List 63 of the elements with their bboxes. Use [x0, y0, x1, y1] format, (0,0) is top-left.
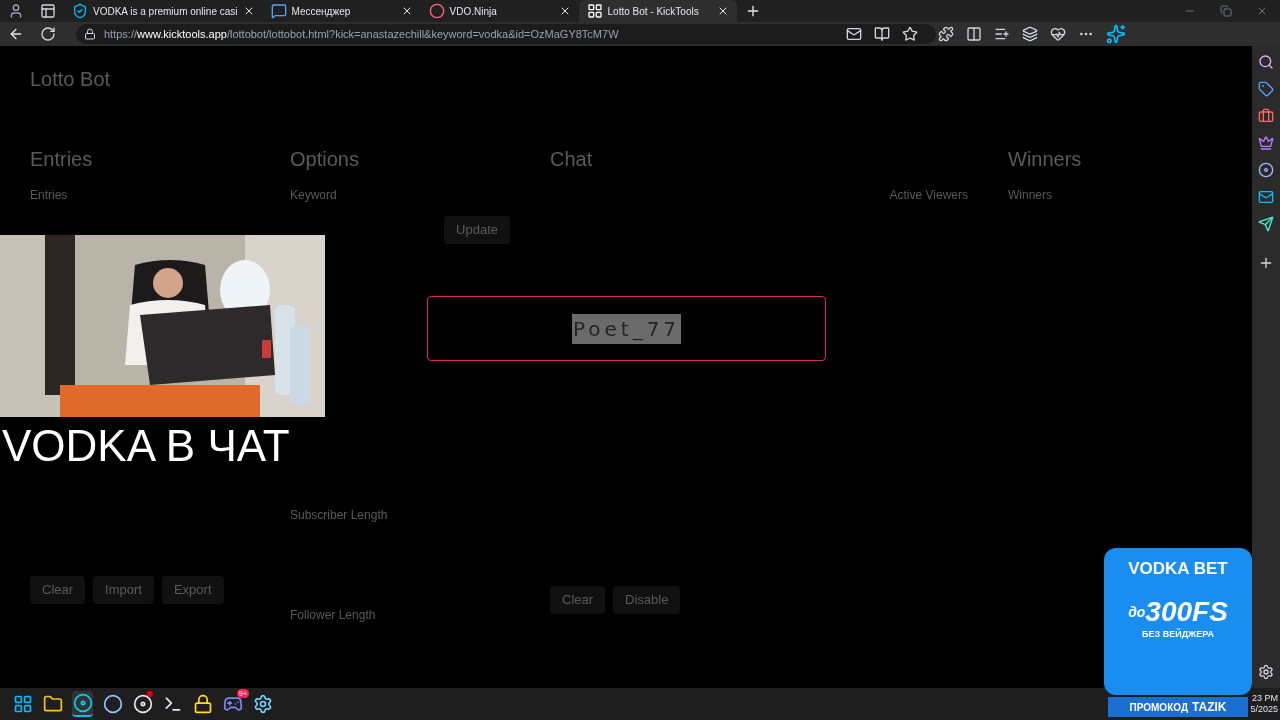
- windows-icon: [12, 694, 33, 714]
- favorites-icon[interactable]: [994, 26, 1010, 42]
- section-heading: Entries: [30, 147, 94, 172]
- orb-icon: [102, 694, 123, 714]
- prefix-text: до: [1128, 603, 1146, 620]
- caption-text: VODKA В ЧАТ: [1, 424, 290, 468]
- section-heading: Options: [290, 147, 360, 172]
- settings-icon[interactable]: [1258, 664, 1274, 680]
- send-icon[interactable]: [1258, 216, 1274, 232]
- dim-button[interactable]: Disable: [613, 586, 681, 614]
- taskbar-app[interactable]: [72, 691, 93, 717]
- folder-icon: [42, 694, 63, 714]
- dim-button[interactable]: Import: [93, 576, 154, 604]
- browser-tab[interactable]: VODKA is a premium online casi: [64, 0, 263, 22]
- entries-label: Entries: [30, 187, 69, 204]
- add-icon[interactable]: [1258, 255, 1274, 271]
- subtitle-text: БЕЗ ВЕЙДЖЕРА: [1142, 627, 1214, 641]
- tab-actions-icon[interactable]: [40, 3, 56, 19]
- dim-button[interactable]: Update: [444, 216, 510, 244]
- dim-button[interactable]: Clear: [30, 576, 86, 604]
- section-heading: Winners: [1008, 147, 1083, 172]
- search-icon[interactable]: [1258, 54, 1274, 70]
- grid-icon: [586, 3, 603, 19]
- dim-button[interactable]: Export: [161, 576, 224, 604]
- brand-text: VODKA BET: [1128, 558, 1228, 580]
- winners-label: Winners: [1008, 187, 1053, 204]
- subscriber-length-label: Subscriber Length: [290, 506, 389, 524]
- chess-icon[interactable]: [1258, 135, 1274, 151]
- collections-icon[interactable]: [1022, 26, 1038, 42]
- chat-icon: [270, 3, 287, 19]
- promo-code-strip: ПРОМОКОД TAZIK: [1108, 697, 1248, 717]
- health-icon[interactable]: [1050, 26, 1066, 42]
- dim-button[interactable]: Clear: [550, 586, 606, 614]
- back-icon[interactable]: [8, 26, 24, 42]
- winner-name: Poet_77: [571, 313, 682, 344]
- lock-icon: [84, 28, 96, 40]
- mail-icon[interactable]: [1258, 189, 1274, 205]
- clock-text: 5/2025: [1250, 704, 1278, 715]
- tag-icon[interactable]: [1258, 81, 1274, 97]
- favorite-icon[interactable]: [902, 26, 918, 42]
- gamepad-icon: [222, 694, 243, 714]
- browser-tab[interactable]: Мессенджер: [262, 0, 421, 22]
- url-text: https://www.kicktools.app/lottobot/lottobot.html?kick=anastazechill&keyword=vodka&id=OzMaGY8TcM7W: [104, 26, 619, 42]
- browser-tab[interactable]: Lotto Bot - KickTools: [578, 0, 737, 22]
- briefcase-icon[interactable]: [1258, 108, 1274, 124]
- active-viewers-label: Active Viewers: [889, 187, 968, 204]
- keyword-label: Keyword: [290, 187, 338, 204]
- browser-tab[interactable]: VDO.Ninja: [420, 0, 579, 22]
- reload-icon[interactable]: [40, 26, 56, 42]
- address-field[interactable]: https://www.kicktools.app/lottobot/lottobot.html?kick=anastazechill&keyword=vodka&id=OzMaGY8TcM7W: [76, 24, 936, 44]
- amount-text: 300FS: [1145, 597, 1228, 626]
- split-icon[interactable]: [966, 26, 982, 42]
- page-title: Lotto Bot: [30, 67, 111, 92]
- section-heading: Chat: [550, 147, 594, 172]
- follower-length-label: Follower Length: [290, 606, 377, 624]
- restore-icon[interactable]: [1220, 5, 1232, 17]
- profile-icon[interactable]: [8, 3, 24, 19]
- record-icon: [132, 694, 153, 714]
- extensions-icon[interactable]: [938, 26, 954, 42]
- shield-icon: [72, 3, 88, 19]
- clock-text: 23 PM: [1252, 693, 1278, 704]
- lock-icon: [192, 694, 213, 714]
- record-icon: [428, 3, 445, 19]
